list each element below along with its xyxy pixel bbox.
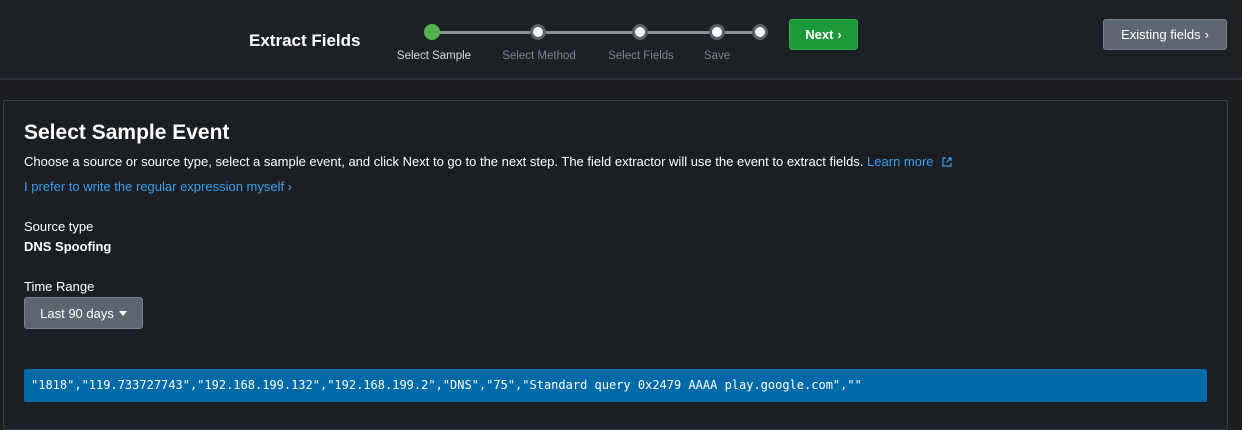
learn-more-label: Learn more (867, 154, 934, 169)
step-connector (640, 31, 717, 34)
chevron-right-icon: › (1204, 27, 1209, 42)
chevron-right-icon: › (837, 27, 842, 42)
panel-title: Select Sample Event (24, 121, 230, 144)
manual-regex-link[interactable]: I prefer to write the regular expression… (24, 179, 292, 194)
select-sample-panel: Select Sample Event Choose a source or s… (3, 100, 1228, 430)
learn-more-link[interactable]: Learn more (867, 154, 952, 169)
step-dot-save (709, 24, 725, 40)
source-type-label: Source type (24, 219, 94, 234)
panel-description: Choose a source or source type, select a… (24, 154, 952, 169)
external-link-icon (942, 157, 952, 167)
step-dot-select-fields (632, 24, 648, 40)
manual-regex-label: I prefer to write the regular expression… (24, 179, 285, 194)
next-button[interactable]: Next › (789, 19, 858, 50)
step-label-select-fields: Select Fields (608, 50, 674, 62)
existing-fields-label: Existing fields (1121, 27, 1201, 42)
step-label-select-method: Select Method (502, 50, 576, 62)
step-connector (432, 31, 538, 34)
top-bar: Extract Fields Select Sample Select Meth… (0, 0, 1242, 80)
caret-down-icon (118, 310, 127, 316)
time-range-label: Time Range (24, 279, 95, 294)
step-connector (538, 31, 640, 34)
existing-fields-button[interactable]: Existing fields › (1103, 19, 1227, 50)
step-label-select-sample: Select Sample (396, 50, 472, 62)
step-progress: Select Sample Select Method Select Field… (390, 18, 780, 68)
time-range-value: Last 90 days (40, 305, 114, 321)
description-text: Choose a source or source type, select a… (24, 154, 864, 169)
page-title: Extract Fields (249, 31, 361, 50)
sample-event-row[interactable]: "1818","119.733727743","192.168.199.132"… (24, 369, 1207, 402)
step-dot-select-method (530, 24, 546, 40)
source-type-value: DNS Spoofing (24, 239, 112, 254)
time-range-dropdown[interactable]: Last 90 days (24, 297, 143, 329)
step-label-save: Save (703, 50, 731, 62)
next-button-label: Next (805, 27, 834, 42)
step-dot-end (752, 24, 768, 40)
step-dot-select-sample (424, 24, 440, 40)
chevron-right-icon: › (287, 179, 293, 194)
